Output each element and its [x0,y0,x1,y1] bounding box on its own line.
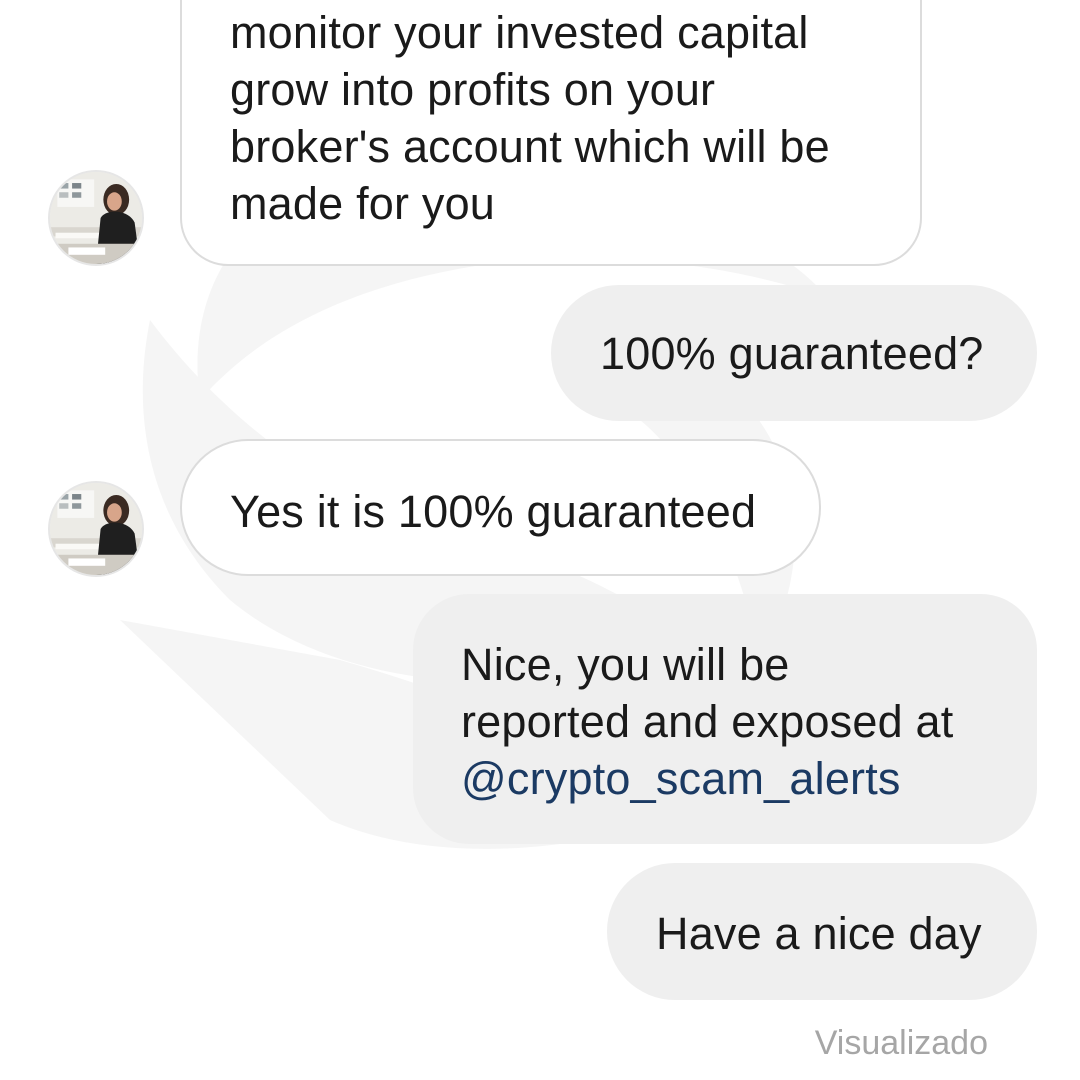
message-text-line: 100% guaranteed? [600,328,984,379]
message-bubble-outgoing[interactable]: Have a nice day [607,863,1037,1000]
woman-at-desk-avatar-icon [50,483,142,575]
chat-screen: monitor your invested capital grow into … [0,0,1080,1080]
message-bubble-incoming[interactable]: monitor your invested capital grow into … [180,0,922,266]
mention-link[interactable]: @crypto_scam_alerts [461,750,1037,807]
message-text-line: Yes it is 100% guaranteed [230,486,757,537]
message-text-line: made for you [230,178,496,229]
contact-avatar[interactable] [48,170,144,266]
woman-at-desk-avatar-icon [50,172,142,264]
message-bubble-incoming[interactable]: Yes it is 100% guaranteed [180,439,821,576]
seen-status: Visualizado [814,1024,988,1062]
message-text-line: grow into profits on your [230,64,716,115]
message-text-line: broker's account which will be [230,121,830,172]
contact-avatar[interactable] [48,481,144,577]
message-bubble-outgoing[interactable]: Nice, you will be reported and exposed a… [413,594,1037,844]
message-text-line: reported and exposed at [461,696,954,747]
message-text-line: monitor your invested capital [230,7,809,58]
message-bubble-outgoing[interactable]: 100% guaranteed? [551,285,1037,421]
message-text-line: Have a nice day [656,908,982,959]
message-text-line: Nice, you will be [461,639,790,690]
